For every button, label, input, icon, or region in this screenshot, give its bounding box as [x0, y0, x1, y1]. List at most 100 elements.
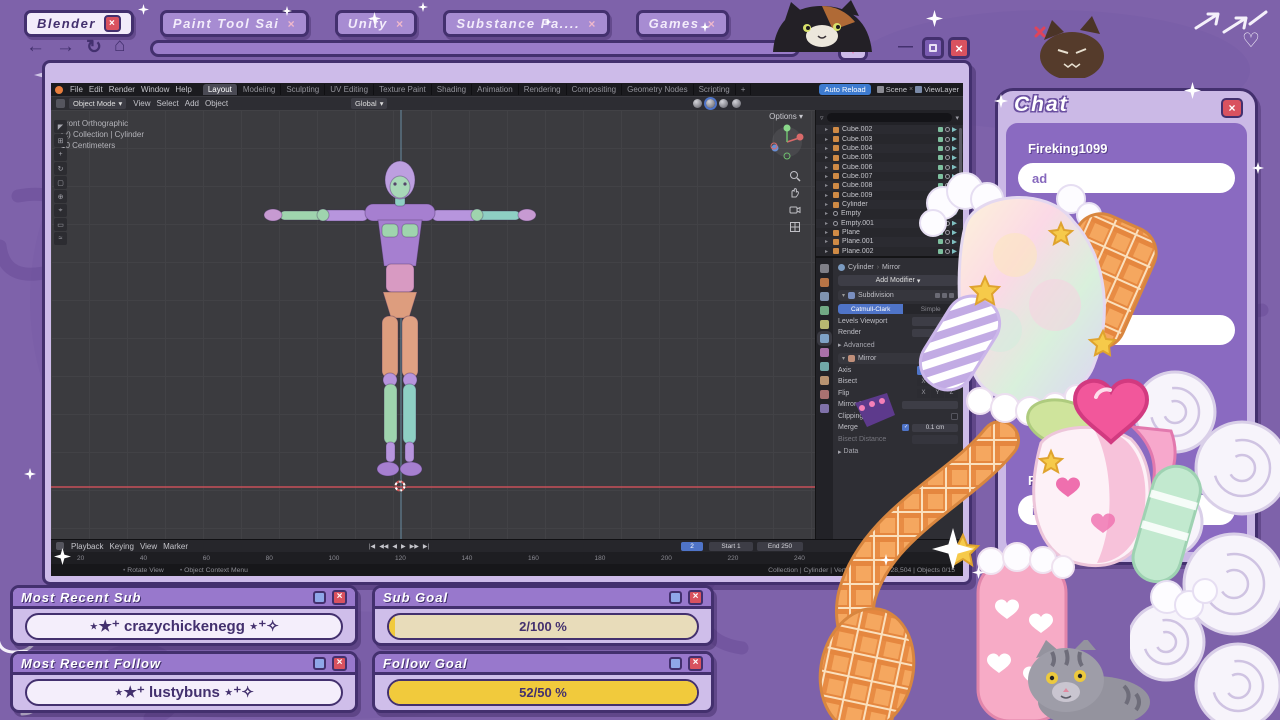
- outliner-row[interactable]: ▸ Cube.004: [816, 143, 963, 154]
- expand-icon[interactable]: ▸: [825, 145, 830, 152]
- menu-item[interactable]: Edit: [86, 85, 106, 94]
- outliner-search[interactable]: [826, 113, 953, 122]
- outliner-row[interactable]: ▸ Cube.003: [816, 134, 963, 143]
- hide-viewport-icon[interactable]: [945, 136, 950, 142]
- end-frame-field[interactable]: End 250: [757, 541, 803, 551]
- workspace-tab[interactable]: Compositing: [567, 84, 623, 95]
- timeline-editor-icon[interactable]: [56, 542, 64, 550]
- auto-reload-button[interactable]: Auto Reload: [819, 84, 871, 95]
- workspace-tab[interactable]: Geometry Nodes: [622, 84, 694, 95]
- render-visibility-icon[interactable]: [952, 136, 957, 142]
- hide-viewport-icon[interactable]: [945, 127, 950, 133]
- workspace-tab[interactable]: Texture Paint: [374, 84, 432, 95]
- current-frame-field[interactable]: 2: [681, 541, 703, 551]
- shading-mode-buttons[interactable]: [693, 99, 741, 108]
- menu-item[interactable]: Add: [182, 99, 202, 108]
- extra-tool[interactable]: ≈: [54, 232, 67, 245]
- scene-clear-icon[interactable]: ×: [909, 86, 913, 93]
- home-button[interactable]: ⌂: [114, 35, 125, 57]
- rendered-shading-icon[interactable]: [732, 99, 741, 108]
- render-visibility-icon[interactable]: [952, 145, 957, 151]
- browser-tab[interactable]: Substance Pa....: [443, 10, 610, 37]
- panel-window-icon[interactable]: [313, 590, 326, 604]
- outliner-options-icon[interactable]: ▾: [955, 114, 959, 122]
- selectable-icon[interactable]: [938, 136, 943, 142]
- rotate-tool[interactable]: ↻: [54, 162, 67, 175]
- pan-hand-icon[interactable]: [789, 187, 801, 199]
- menu-item[interactable]: Select: [154, 99, 182, 108]
- menu-item[interactable]: Object: [202, 99, 231, 108]
- menu-item[interactable]: Help: [172, 85, 194, 94]
- next-keyframe-button[interactable]: ▶▶: [410, 543, 419, 550]
- workspace-tab[interactable]: Layout: [202, 84, 238, 95]
- outliner-row[interactable]: ▸ Cube.002: [816, 125, 963, 135]
- workspace-tab[interactable]: Sculpting: [281, 84, 326, 95]
- panel-close-icon[interactable]: ×: [332, 655, 347, 671]
- jump-end-button[interactable]: ▶|: [423, 543, 429, 550]
- wireframe-shading-icon[interactable]: [693, 99, 702, 108]
- box-select-tool[interactable]: ⊞: [54, 134, 67, 147]
- timeline-menu-item[interactable]: Keying: [106, 542, 136, 551]
- timeline-menu-item[interactable]: View: [137, 542, 160, 551]
- panel-window-icon[interactable]: [313, 656, 326, 670]
- camera-view-icon[interactable]: [789, 204, 801, 216]
- browser-tab[interactable]: Games: [635, 10, 730, 37]
- scale-tool[interactable]: ▢: [54, 176, 67, 189]
- blender-logo-icon[interactable]: [55, 85, 63, 94]
- tab-shelf[interactable]: [150, 40, 800, 57]
- panel-window-icon[interactable]: [669, 656, 682, 670]
- hide-viewport-icon[interactable]: [945, 155, 950, 161]
- tab-close-icon[interactable]: [708, 16, 717, 31]
- jump-start-button[interactable]: |◀: [369, 543, 375, 550]
- maximize-button[interactable]: [922, 37, 944, 59]
- browser-tab[interactable]: Unity: [334, 10, 418, 37]
- render-visibility-icon[interactable]: [952, 127, 957, 133]
- move-tool[interactable]: +: [54, 148, 67, 161]
- workspace-tab[interactable]: Modeling: [238, 84, 282, 95]
- expand-icon[interactable]: ▸: [825, 126, 830, 133]
- toggle-grid-icon[interactable]: [789, 221, 801, 233]
- scene-selector[interactable]: Scene: [886, 85, 907, 94]
- render-visibility-icon[interactable]: [952, 155, 957, 161]
- filter-icon[interactable]: ▿: [820, 114, 824, 122]
- selectable-icon[interactable]: [938, 145, 943, 151]
- timeline-menu-item[interactable]: Playback: [68, 542, 106, 551]
- panel-close-icon[interactable]: ×: [688, 589, 703, 605]
- workspace-tab[interactable]: UV Editing: [325, 84, 375, 95]
- workspace-tab[interactable]: Shading: [432, 84, 473, 95]
- panel-close-icon[interactable]: ×: [688, 655, 703, 671]
- panel-close-icon[interactable]: ×: [332, 589, 347, 605]
- viewport-3d[interactable]: Options ▾ Front Orthographic (2) Collecti…: [51, 110, 815, 539]
- tab-close-icon[interactable]: [103, 15, 121, 32]
- selectable-icon[interactable]: [938, 127, 943, 133]
- chat-close-icon[interactable]: ×: [1221, 98, 1243, 118]
- workspace-tab[interactable]: Rendering: [519, 84, 567, 95]
- prev-keyframe-button[interactable]: ◀◀: [379, 543, 388, 550]
- play-button[interactable]: ▶: [401, 543, 406, 550]
- editor-type-icon[interactable]: [56, 99, 65, 108]
- workspace-tab[interactable]: Animation: [472, 84, 519, 95]
- material-shading-icon[interactable]: [719, 99, 728, 108]
- start-frame-field[interactable]: Start 1: [709, 541, 753, 551]
- select-tool[interactable]: ◤: [54, 120, 67, 133]
- tab-close-icon[interactable]: [588, 16, 597, 31]
- menu-item[interactable]: Render: [106, 85, 138, 94]
- menu-item[interactable]: View: [130, 99, 153, 108]
- expand-icon[interactable]: ▸: [825, 154, 830, 161]
- navigation-gizmo[interactable]: [765, 120, 809, 164]
- back-button[interactable]: ←: [26, 36, 45, 58]
- annotate-tool[interactable]: ⌖: [54, 204, 67, 217]
- panel-window-icon[interactable]: [669, 590, 682, 604]
- refresh-button[interactable]: ↻: [86, 36, 102, 59]
- close-button[interactable]: ×: [948, 37, 970, 59]
- timeline-menu-item[interactable]: Marker: [160, 542, 191, 551]
- menu-item[interactable]: Window: [138, 85, 172, 94]
- outliner-row[interactable]: ▸ Cube.005: [816, 153, 963, 162]
- solid-shading-icon[interactable]: [706, 99, 715, 108]
- tab-close-icon[interactable]: [396, 16, 405, 31]
- transform-tool[interactable]: ⊕: [54, 190, 67, 203]
- viewlayer-selector[interactable]: ViewLayer: [924, 85, 959, 94]
- selectable-icon[interactable]: [938, 155, 943, 161]
- play-reverse-button[interactable]: ◀: [392, 543, 397, 550]
- minimize-button[interactable]: —: [898, 38, 913, 55]
